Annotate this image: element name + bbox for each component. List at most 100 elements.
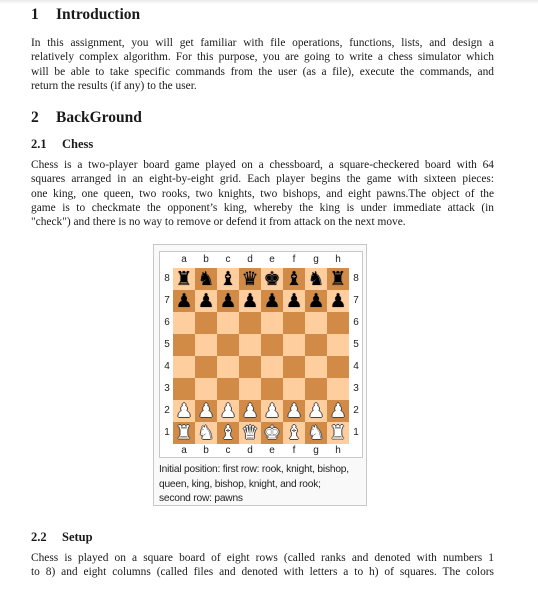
square-d3: [239, 378, 261, 400]
square-e1: ♚: [261, 422, 283, 444]
section-heading-introduction: 1 Introduction: [31, 6, 140, 24]
paragraph-line: will be able to take specific commands f…: [31, 65, 494, 78]
rank-label: 6: [164, 317, 170, 328]
chessboard-figure: abcdefgh abcdefgh 87654321 87654321 ♜ ♞ ♝ ♛…: [153, 244, 367, 506]
square-f2: ♟: [283, 400, 305, 422]
file-label: f: [292, 445, 296, 456]
black-bishop-icon: ♝: [285, 268, 303, 290]
caption-line: Initial position: first row: rook, knigh…: [159, 464, 349, 475]
paragraph-line: In this assignment, you will get familia…: [31, 37, 494, 49]
rank-label: 5: [353, 339, 359, 350]
square-b2: ♟: [195, 400, 217, 422]
rank-label: 2: [164, 405, 170, 416]
square-a3: [173, 378, 195, 400]
square-b7: ♟: [195, 290, 217, 312]
subsection-number: 2.1: [31, 137, 47, 151]
paragraph-line: squares arranged in an eight-by-eight gr…: [31, 173, 494, 186]
square-a8: ♜: [173, 268, 195, 290]
square-e2: ♟: [261, 400, 283, 422]
file-label: b: [203, 254, 209, 265]
square-c6: [217, 312, 239, 334]
white-pawn-icon: ♟: [241, 400, 259, 422]
square-b3: [195, 378, 217, 400]
square-e4: [261, 356, 283, 378]
white-bishop-icon: ♝: [285, 422, 303, 444]
square-g1: ♞: [305, 422, 327, 444]
introduction-paragraph: In this assignment, you will get familia…: [31, 36, 494, 93]
rank-label: 1: [164, 427, 170, 438]
square-h7: ♟: [327, 290, 349, 312]
file-label: d: [247, 254, 253, 265]
black-bishop-icon: ♝: [219, 268, 237, 290]
subsection-title: Chess: [62, 137, 94, 151]
subsection-number: 2.2: [31, 530, 47, 544]
paragraph-line: relatively complex algorithm. For this p…: [31, 51, 494, 64]
square-g7: ♟: [305, 290, 327, 312]
white-pawn-icon: ♟: [285, 400, 303, 422]
square-a4: [173, 356, 195, 378]
rank-label: 8: [164, 273, 170, 284]
rank-label: 3: [353, 383, 359, 394]
rank-label: 1: [353, 427, 359, 438]
square-f7: ♟: [283, 290, 305, 312]
white-rook-icon: ♜: [175, 422, 193, 444]
file-label: d: [247, 445, 253, 456]
black-pawn-icon: ♟: [241, 290, 259, 312]
white-rook-icon: ♜: [329, 422, 347, 444]
paragraph-line: return the results (if any) to the user.: [31, 79, 197, 92]
black-queen-icon: ♛: [241, 268, 259, 290]
section-heading-background: 2 BackGround: [31, 109, 142, 127]
rank-label: 7: [164, 295, 170, 306]
square-g6: [305, 312, 327, 334]
square-e7: ♟: [261, 290, 283, 312]
chess-paragraph: Chess is a two-player board game played …: [31, 158, 494, 229]
paragraph-line: to 8) and eight columns (called files an…: [31, 566, 494, 579]
square-d4: [239, 356, 261, 378]
subsection-heading-chess: 2.1 Chess: [31, 137, 93, 152]
rank-label: 5: [164, 339, 170, 350]
square-c1: ♝: [217, 422, 239, 444]
square-a5: [173, 334, 195, 356]
square-h3: [327, 378, 349, 400]
square-h8: ♜: [327, 268, 349, 290]
black-pawn-icon: ♟: [175, 290, 193, 312]
black-pawn-icon: ♟: [285, 290, 303, 312]
square-g8: ♞: [305, 268, 327, 290]
file-label: e: [269, 254, 275, 265]
file-label: f: [292, 254, 296, 265]
square-g5: [305, 334, 327, 356]
file-label: a: [181, 445, 187, 456]
black-knight-icon: ♞: [197, 268, 215, 290]
square-e8: ♚: [261, 268, 283, 290]
caption-line: queen, king, bishop, knight, and rook;: [159, 478, 321, 490]
subsection-heading-setup: 2.2 Setup: [31, 530, 93, 545]
white-pawn-icon: ♟: [175, 400, 193, 422]
square-g4: [305, 356, 327, 378]
figure-caption: Initial position: first row: rook, knigh…: [159, 463, 365, 507]
square-d2: ♟: [239, 400, 261, 422]
black-pawn-icon: ♟: [263, 290, 281, 312]
file-label: g: [313, 254, 319, 265]
black-pawn-icon: ♟: [197, 290, 215, 312]
square-h1: ♜: [327, 422, 349, 444]
white-bishop-icon: ♝: [219, 422, 237, 444]
square-g2: ♟: [305, 400, 327, 422]
paragraph-line: Chess is played on a square board of eig…: [31, 552, 494, 564]
black-rook-icon: ♜: [329, 268, 347, 290]
square-c4: [217, 356, 239, 378]
square-f6: [283, 312, 305, 334]
white-queen-icon: ♛: [241, 422, 259, 444]
rank-label: 6: [353, 317, 359, 328]
square-c2: ♟: [217, 400, 239, 422]
white-pawn-icon: ♟: [197, 400, 215, 422]
rank-label: 7: [353, 295, 359, 306]
white-king-icon: ♚: [263, 422, 281, 444]
square-f5: [283, 334, 305, 356]
file-label: c: [225, 254, 231, 265]
chessboard: ♜ ♞ ♝ ♛ ♚ ♝ ♞ ♜ ♟ ♟ ♟ ♟ ♟ ♟ ♟ ♟ ♟ ♟ ♟ ♟ ♟ ♟ ♟ ♟ ♜ ♞ ♝ ♛ ♚ ♝ ♞ ♜: [173, 268, 349, 444]
square-c8: ♝: [217, 268, 239, 290]
square-a7: ♟: [173, 290, 195, 312]
file-label: g: [313, 445, 319, 456]
square-a6: [173, 312, 195, 334]
rank-label: 8: [353, 273, 359, 284]
